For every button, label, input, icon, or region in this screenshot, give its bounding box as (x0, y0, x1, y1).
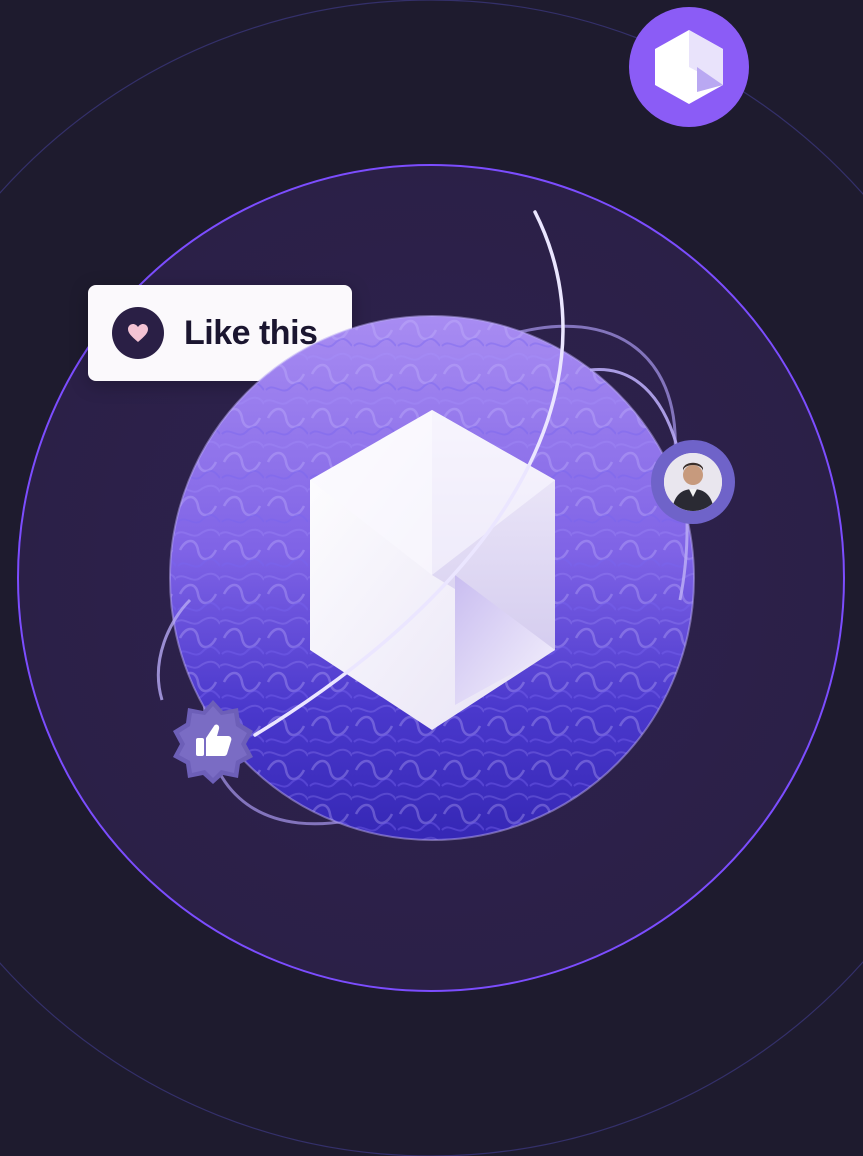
person-icon (664, 453, 722, 511)
hexagon-logo-icon[interactable] (629, 7, 749, 127)
thumbs-up-icon[interactable] (170, 698, 256, 784)
illustration-stage: Like this (0, 0, 863, 1156)
globe-illustration (156, 210, 695, 841)
user-avatar[interactable] (651, 440, 735, 524)
